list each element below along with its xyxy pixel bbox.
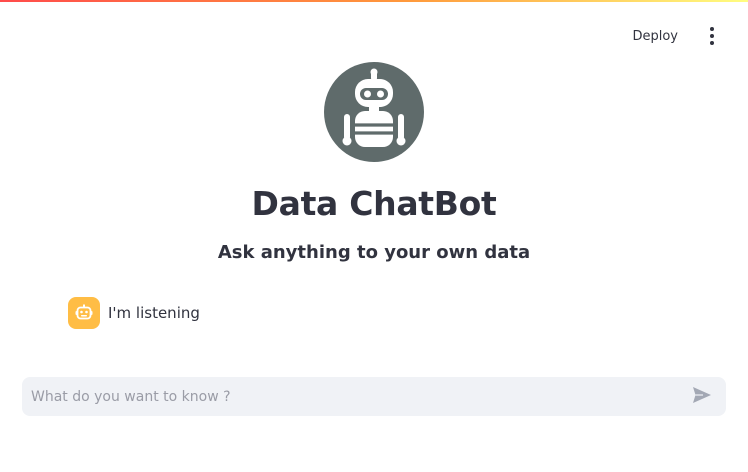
page-title: Data ChatBot (251, 184, 497, 223)
chat-input[interactable] (22, 377, 684, 416)
more-vertical-icon (710, 27, 714, 31)
bot-icon (68, 297, 100, 329)
chat-input-container (22, 377, 726, 416)
main-menu-button[interactable] (700, 22, 724, 50)
send-icon (692, 386, 712, 407)
page-subtitle: Ask anything to your own data (217, 242, 531, 263)
header-decoration-bar (0, 0, 748, 2)
app-root: Deploy Data ChatBot Ask anything to your… (0, 0, 748, 472)
chat-message-text: I'm listening (108, 304, 200, 322)
toolbar: Deploy (624, 22, 724, 50)
send-button[interactable] (684, 377, 720, 416)
chat-message-assistant: I'm listening (68, 297, 200, 329)
robot-icon (324, 62, 424, 162)
deploy-button[interactable]: Deploy (624, 22, 686, 50)
